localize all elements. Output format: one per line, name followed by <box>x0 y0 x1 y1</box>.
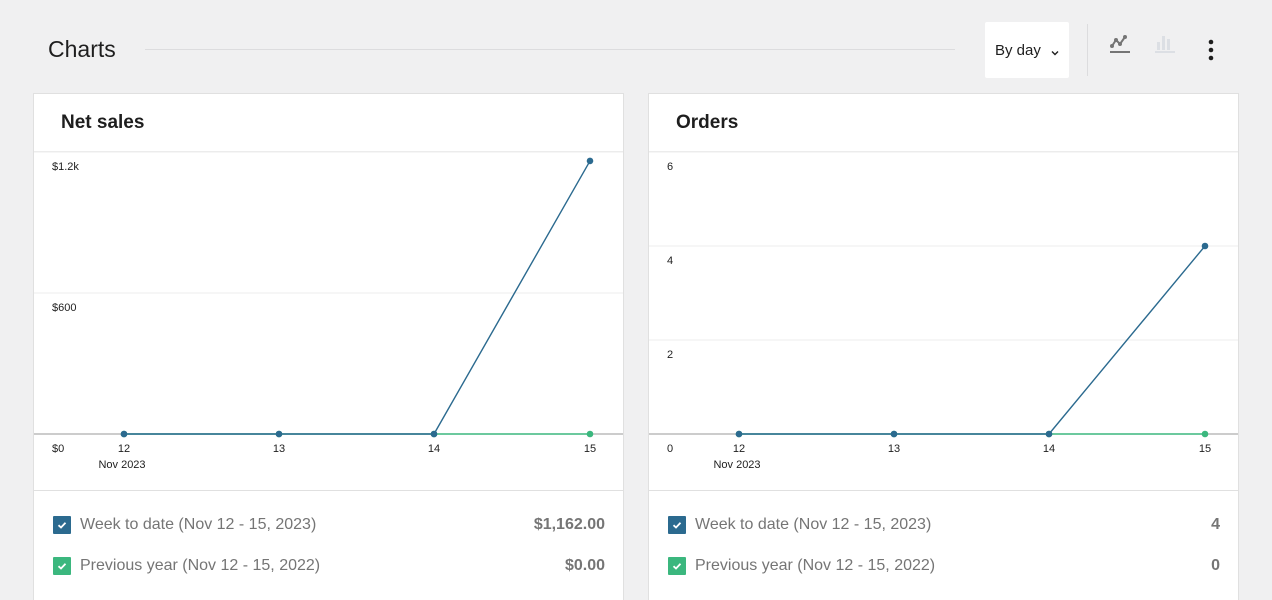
y-tick-label: 2 <box>667 349 673 361</box>
interval-select[interactable]: By day <box>985 22 1069 78</box>
card-title: Net sales <box>61 112 145 133</box>
more-options-button[interactable] <box>1196 34 1226 66</box>
data-point <box>890 430 898 438</box>
x-tick-label: 12 <box>733 443 745 455</box>
legend-value: 4 <box>1211 516 1220 533</box>
more-vertical-icon <box>1208 39 1214 61</box>
x-axis-sublabel: Nov 2023 <box>713 459 760 471</box>
net-sales-chart: $0 $600 $1.2k 12 13 14 15 Nov 2023 <box>34 152 623 471</box>
header-divider <box>145 49 955 50</box>
data-point <box>586 157 594 165</box>
data-point <box>275 430 283 438</box>
checkmark-icon <box>672 563 682 570</box>
interval-select-value: By day <box>995 41 1041 59</box>
toolbar-divider <box>1087 24 1088 76</box>
checkmark-icon <box>672 522 682 529</box>
charts-section-header: Charts By day <box>0 0 1272 93</box>
legend-divider <box>649 490 1238 491</box>
line-chart-button[interactable] <box>1105 28 1135 60</box>
legend-item-current[interactable]: Week to date (Nov 12 - 15, 2023) $1,162.… <box>53 513 605 537</box>
orders-chart: 0 2 4 6 12 13 14 15 Nov 2023 <box>649 152 1238 471</box>
x-tick-label: 13 <box>273 443 285 455</box>
legend-item-current[interactable]: Week to date (Nov 12 - 15, 2023) 4 <box>668 513 1220 537</box>
data-point <box>430 430 438 438</box>
checkmark-icon <box>57 563 67 570</box>
data-point <box>735 430 743 438</box>
y-tick-label: 6 <box>667 161 673 173</box>
data-point <box>586 430 594 438</box>
card-title: Orders <box>676 112 739 133</box>
y-tick-label: 0 <box>667 443 673 455</box>
y-tick-label: $600 <box>52 302 76 314</box>
legend-label: Week to date (Nov 12 - 15, 2023) <box>80 516 317 533</box>
net-sales-card: Net sales $0 $600 $1.2k 12 13 14 15 Nov 2023 We… <box>33 93 624 600</box>
data-point <box>1201 242 1209 250</box>
x-tick-label: 15 <box>584 443 596 455</box>
legend-value: 0 <box>1211 557 1220 574</box>
legend-label: Previous year (Nov 12 - 15, 2022) <box>80 557 321 574</box>
x-tick-label: 12 <box>118 443 130 455</box>
y-tick-label: 4 <box>667 255 673 267</box>
x-tick-label: 15 <box>1199 443 1211 455</box>
x-tick-label: 13 <box>888 443 900 455</box>
legend-checkbox[interactable] <box>53 516 71 534</box>
legend-checkbox[interactable] <box>668 557 686 575</box>
x-tick-label: 14 <box>1043 443 1055 455</box>
series-line <box>124 160 591 435</box>
legend-value: $0.00 <box>564 557 605 574</box>
legend-item-previous[interactable]: Previous year (Nov 12 - 15, 2022) 0 <box>668 554 1220 578</box>
section-title: Charts <box>48 36 116 62</box>
legend-label: Previous year (Nov 12 - 15, 2022) <box>695 557 936 574</box>
data-point <box>1201 430 1209 438</box>
data-point <box>120 430 128 438</box>
legend-checkbox[interactable] <box>53 557 71 575</box>
y-tick-label: $0 <box>52 443 64 455</box>
legend-label: Week to date (Nov 12 - 15, 2023) <box>695 516 932 533</box>
chevron-down-icon <box>1050 45 1060 56</box>
data-point <box>1045 430 1053 438</box>
line-chart-icon <box>1110 35 1130 53</box>
legend-item-previous[interactable]: Previous year (Nov 12 - 15, 2022) $0.00 <box>53 554 605 578</box>
legend-checkbox[interactable] <box>668 516 686 534</box>
y-tick-label: $1.2k <box>52 161 79 173</box>
legend-value: $1,162.00 <box>533 516 605 533</box>
checkmark-icon <box>57 522 67 529</box>
x-axis-sublabel: Nov 2023 <box>98 459 145 471</box>
x-tick-label: 14 <box>428 443 440 455</box>
bar-chart-button[interactable] <box>1150 28 1180 60</box>
orders-card: Orders 0 2 4 6 12 13 14 15 Nov 2023 Week to date… <box>648 93 1239 600</box>
legend-divider <box>34 490 623 491</box>
bar-chart-icon <box>1155 36 1175 53</box>
